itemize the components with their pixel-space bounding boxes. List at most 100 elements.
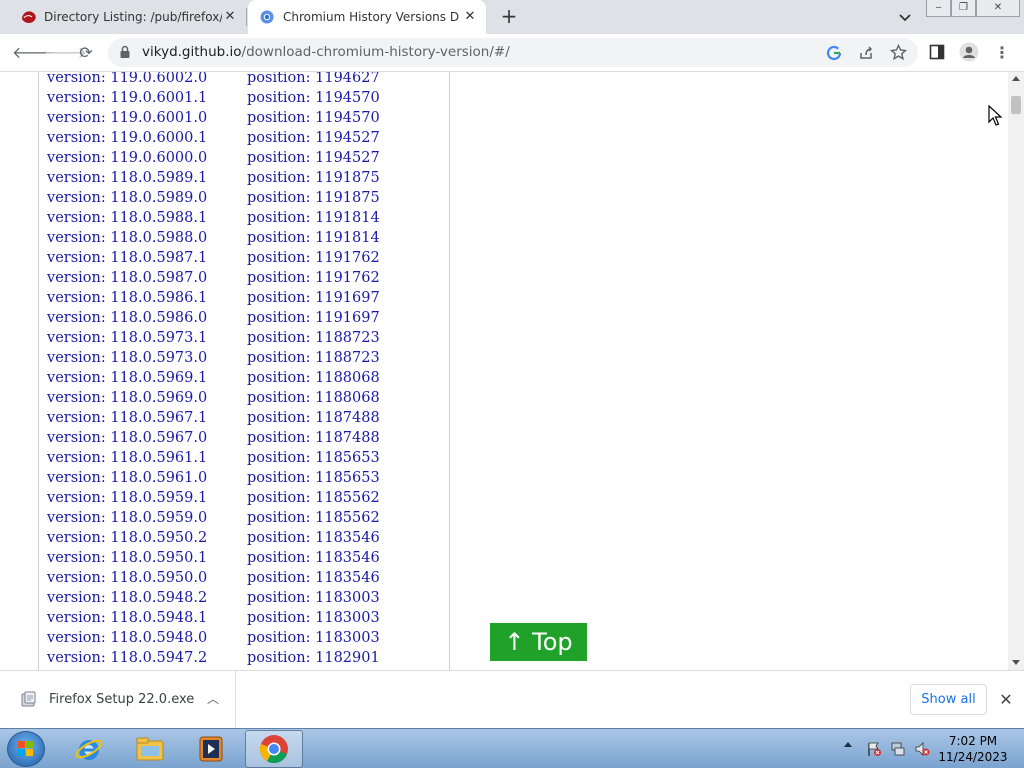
scrollbar-thumb[interactable] <box>1011 96 1021 114</box>
version-link[interactable]: version: 118.0.5950.0 <box>47 570 207 586</box>
profile-avatar-icon[interactable] <box>959 42 979 62</box>
version-link[interactable]: version: 118.0.5988.1 <box>47 210 207 226</box>
position-link[interactable]: position: 1194527 <box>247 130 380 146</box>
version-link[interactable]: version: 118.0.5950.2 <box>47 530 207 546</box>
version-link[interactable]: version: 118.0.5948.0 <box>47 630 207 646</box>
version-link[interactable]: version: 118.0.5989.0 <box>47 190 207 206</box>
start-button[interactable] <box>7 731 45 767</box>
position-link[interactable]: position: 1194627 <box>247 72 380 86</box>
chevron-down-icon[interactable] <box>896 8 914 26</box>
position-link[interactable]: position: 1187488 <box>247 410 380 426</box>
version-link[interactable]: version: 119.0.6002.0 <box>47 72 207 86</box>
reload-icon[interactable]: ⟳ <box>76 43 96 63</box>
position-link[interactable]: position: 1188723 <box>247 350 380 366</box>
version-link[interactable]: version: 119.0.6000.1 <box>47 130 207 146</box>
close-icon[interactable]: ✕ <box>222 9 238 25</box>
version-link[interactable]: version: 118.0.5987.1 <box>47 250 207 266</box>
position-link[interactable]: position: 1191875 <box>247 190 380 206</box>
back-arrow-icon[interactable]: 🡐 <box>12 43 55 63</box>
position-link[interactable]: position: 1194570 <box>247 90 380 106</box>
position-link[interactable]: position: 1183003 <box>247 630 380 646</box>
position-link[interactable]: position: 1183003 <box>247 610 380 626</box>
taskbar-chrome[interactable] <box>245 730 303 768</box>
version-link[interactable]: version: 118.0.5969.1 <box>47 370 207 386</box>
position-link[interactable]: position: 1182901 <box>247 650 380 666</box>
back-to-top-button[interactable]: ↑ Top <box>490 623 587 661</box>
position-link[interactable]: position: 1183003 <box>247 590 380 606</box>
version-link[interactable]: version: 118.0.5988.0 <box>47 230 207 246</box>
tab-chromium-history[interactable]: Chromium History Versions Dow ✕ <box>248 0 486 34</box>
position-link[interactable]: position: 1188068 <box>247 370 380 386</box>
version-link[interactable]: version: 118.0.5986.1 <box>47 290 207 306</box>
version-link[interactable]: version: 119.0.6001.1 <box>47 90 207 106</box>
show-hidden-icons-icon[interactable] <box>844 742 852 747</box>
restore-button[interactable]: ❐ <box>951 0 976 17</box>
position-link[interactable]: position: 1185653 <box>247 450 380 466</box>
position-link[interactable]: position: 1185562 <box>247 490 380 506</box>
taskbar-windows-explorer[interactable] <box>121 730 179 768</box>
lock-icon[interactable] <box>118 45 132 59</box>
position-link[interactable]: position: 1194570 <box>247 110 380 126</box>
version-link[interactable]: version: 118.0.5973.1 <box>47 330 207 346</box>
kebab-menu-icon[interactable]: ⋮ <box>992 43 1012 63</box>
version-link[interactable]: version: 118.0.5967.0 <box>47 430 207 446</box>
forward-arrow-icon[interactable]: 🡒 <box>44 43 87 63</box>
position-link[interactable]: position: 1188723 <box>247 330 380 346</box>
scroll-up-arrow-icon[interactable] <box>1012 76 1020 81</box>
version-link[interactable]: version: 118.0.5967.1 <box>47 410 207 426</box>
show-all-button[interactable]: Show all <box>910 684 987 715</box>
window-close-button[interactable]: ✕ <box>976 0 1020 17</box>
version-link[interactable]: version: 118.0.5959.0 <box>47 510 207 526</box>
position-link[interactable]: position: 1183546 <box>247 570 380 586</box>
position-link[interactable]: position: 1191814 <box>247 210 380 226</box>
position-link[interactable]: position: 1191875 <box>247 170 380 186</box>
version-link[interactable]: version: 118.0.5961.1 <box>47 450 207 466</box>
position-link[interactable]: position: 1187488 <box>247 430 380 446</box>
tab-directory-listing[interactable]: Directory Listing: /pub/firefox/rel ✕ <box>8 0 246 34</box>
version-link[interactable]: version: 118.0.5950.1 <box>47 550 207 566</box>
version-link[interactable]: version: 118.0.5987.0 <box>47 270 207 286</box>
version-link[interactable]: version: 118.0.5986.0 <box>47 310 207 326</box>
scroll-down-arrow-icon[interactable] <box>1012 660 1020 665</box>
position-link[interactable]: position: 1185653 <box>247 470 380 486</box>
position-link[interactable]: position: 1183546 <box>247 550 380 566</box>
version-link[interactable]: version: 118.0.5948.1 <box>47 610 207 626</box>
position-link[interactable]: position: 1194527 <box>247 150 380 166</box>
version-link[interactable]: version: 118.0.5959.1 <box>47 490 207 506</box>
version-link[interactable]: version: 118.0.5969.0 <box>47 390 207 406</box>
version-link[interactable]: version: 119.0.6000.0 <box>47 150 207 166</box>
new-tab-button[interactable]: + <box>498 5 520 27</box>
version-link[interactable]: version: 118.0.5948.2 <box>47 590 207 606</box>
position-link[interactable]: position: 1188068 <box>247 390 380 406</box>
address-bar[interactable]: vikyd.github.io/download-chromium-histor… <box>108 38 918 67</box>
google-lens-icon[interactable] <box>826 45 842 61</box>
taskbar-media-player[interactable] <box>182 730 240 768</box>
volume-muted-icon[interactable] <box>914 741 930 757</box>
position-link[interactable]: position: 1183546 <box>247 530 380 546</box>
version-link[interactable]: version: 118.0.5973.0 <box>47 350 207 366</box>
version-link[interactable]: version: 119.0.6001.0 <box>47 110 207 126</box>
position-link[interactable]: position: 1191697 <box>247 310 380 326</box>
version-link[interactable]: version: 118.0.5989.1 <box>47 170 207 186</box>
side-panel-icon[interactable] <box>929 44 945 60</box>
position-link[interactable]: position: 1185562 <box>247 510 380 526</box>
position-link[interactable]: position: 1191762 <box>247 270 380 286</box>
minimize-button[interactable]: ‒ <box>926 0 951 17</box>
close-icon[interactable]: ✕ <box>996 690 1016 710</box>
vertical-scrollbar[interactable] <box>1008 72 1024 670</box>
chevron-up-icon[interactable]: ︿ <box>205 691 221 707</box>
position-link[interactable]: position: 1191762 <box>247 250 380 266</box>
position-link[interactable]: position: 1191814 <box>247 230 380 246</box>
download-item[interactable]: Firefox Setup 22.0.exe ︿ <box>0 671 236 728</box>
version-link[interactable]: version: 118.0.5947.2 <box>47 650 207 666</box>
close-icon[interactable]: ✕ <box>462 9 478 25</box>
taskbar-internet-explorer[interactable] <box>60 730 118 768</box>
action-center-flag-icon[interactable] <box>866 741 882 757</box>
bookmark-star-icon[interactable] <box>890 44 907 61</box>
version-link[interactable]: version: 118.0.5961.0 <box>47 470 207 486</box>
position-link[interactable]: position: 1191697 <box>247 290 380 306</box>
page-viewport: version: 119.0.6002.0 position: 1194627 ve… <box>0 72 1008 670</box>
share-icon[interactable] <box>858 45 874 61</box>
taskbar-clock[interactable]: 7:02 PM 11/24/2023 <box>930 733 1016 765</box>
network-icon[interactable] <box>890 741 906 757</box>
